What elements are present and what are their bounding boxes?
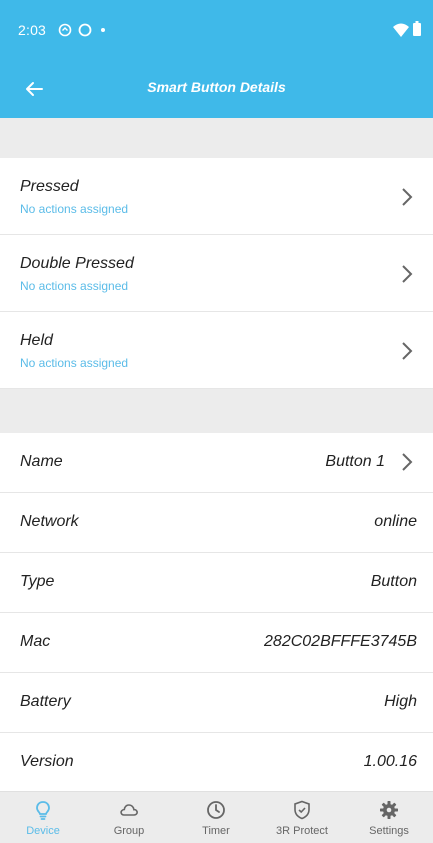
action-status: No actions assigned xyxy=(20,202,129,216)
detail-row-type: Type Button xyxy=(0,553,433,613)
detail-label: Name xyxy=(20,453,63,470)
detail-value: High xyxy=(384,693,417,710)
tab-label: Device xyxy=(26,825,60,837)
detail-value: online xyxy=(374,513,417,530)
detail-row-name[interactable]: Name Button 1 xyxy=(0,433,433,493)
gear-icon xyxy=(380,801,398,819)
section-spacer xyxy=(0,118,433,158)
app-screen: 2:03 Smart Button Details Pressed No act… xyxy=(0,0,433,843)
action-status: No actions assigned xyxy=(20,279,129,293)
action-row-held[interactable]: Held No actions assigned xyxy=(0,312,433,389)
action-label: Pressed xyxy=(20,178,79,195)
sync-icon xyxy=(58,23,72,37)
chevron-right-icon xyxy=(402,453,413,471)
tab-label: 3R Protect xyxy=(276,825,328,837)
detail-label: Battery xyxy=(20,693,71,710)
chevron-right-icon xyxy=(402,342,413,360)
shield-icon xyxy=(294,800,310,820)
detail-label: Mac xyxy=(20,633,51,650)
tab-label: Group xyxy=(113,825,145,837)
tab-settings[interactable]: Settings xyxy=(346,792,432,843)
chevron-right-icon xyxy=(402,265,413,283)
detail-value: Button 1 xyxy=(325,453,385,470)
action-row-pressed[interactable]: Pressed No actions assigned xyxy=(0,158,433,235)
detail-value: 282C02BFFFE3745B xyxy=(264,633,417,650)
app-bar: Smart Button Details xyxy=(0,60,433,118)
status-bar: 2:03 xyxy=(0,0,433,60)
tab-label: Timer xyxy=(202,825,230,837)
notification-dot xyxy=(101,28,105,32)
battery-icon xyxy=(413,21,421,36)
tab-3r-protect[interactable]: 3R Protect xyxy=(259,792,345,843)
wifi-icon xyxy=(393,23,409,37)
detail-row-network: Network online xyxy=(0,493,433,553)
bottom-nav: Device Group Timer 3R Protect Settings xyxy=(0,791,433,843)
section-spacer xyxy=(0,389,433,433)
tab-device[interactable]: Device xyxy=(0,792,86,843)
cloud-icon xyxy=(120,804,138,816)
detail-row-version: Version 1.00.16 xyxy=(0,733,433,791)
detail-row-battery: Battery High xyxy=(0,673,433,733)
circle-status-icon xyxy=(78,23,92,37)
status-time: 2:03 xyxy=(18,22,47,38)
detail-label: Type xyxy=(20,573,55,590)
detail-label: Network xyxy=(20,513,79,530)
action-label: Held xyxy=(20,332,53,349)
detail-value: Button xyxy=(370,573,417,590)
action-label: Double Pressed xyxy=(20,255,134,272)
header: 2:03 Smart Button Details xyxy=(0,0,433,118)
detail-row-mac: Mac 282C02BFFFE3745B xyxy=(0,613,433,673)
tab-group[interactable]: Group xyxy=(86,792,172,843)
action-status: No actions assigned xyxy=(20,356,129,370)
detail-value: 1.00.16 xyxy=(363,753,417,770)
detail-label: Version xyxy=(20,753,74,770)
tab-timer[interactable]: Timer xyxy=(173,792,259,843)
chevron-right-icon xyxy=(402,188,413,206)
action-row-double-pressed[interactable]: Double Pressed No actions assigned xyxy=(0,235,433,312)
tab-label: Settings xyxy=(369,825,409,837)
clock-icon xyxy=(207,801,225,819)
page-title: Smart Button Details xyxy=(147,79,286,95)
lightbulb-icon xyxy=(36,801,50,820)
